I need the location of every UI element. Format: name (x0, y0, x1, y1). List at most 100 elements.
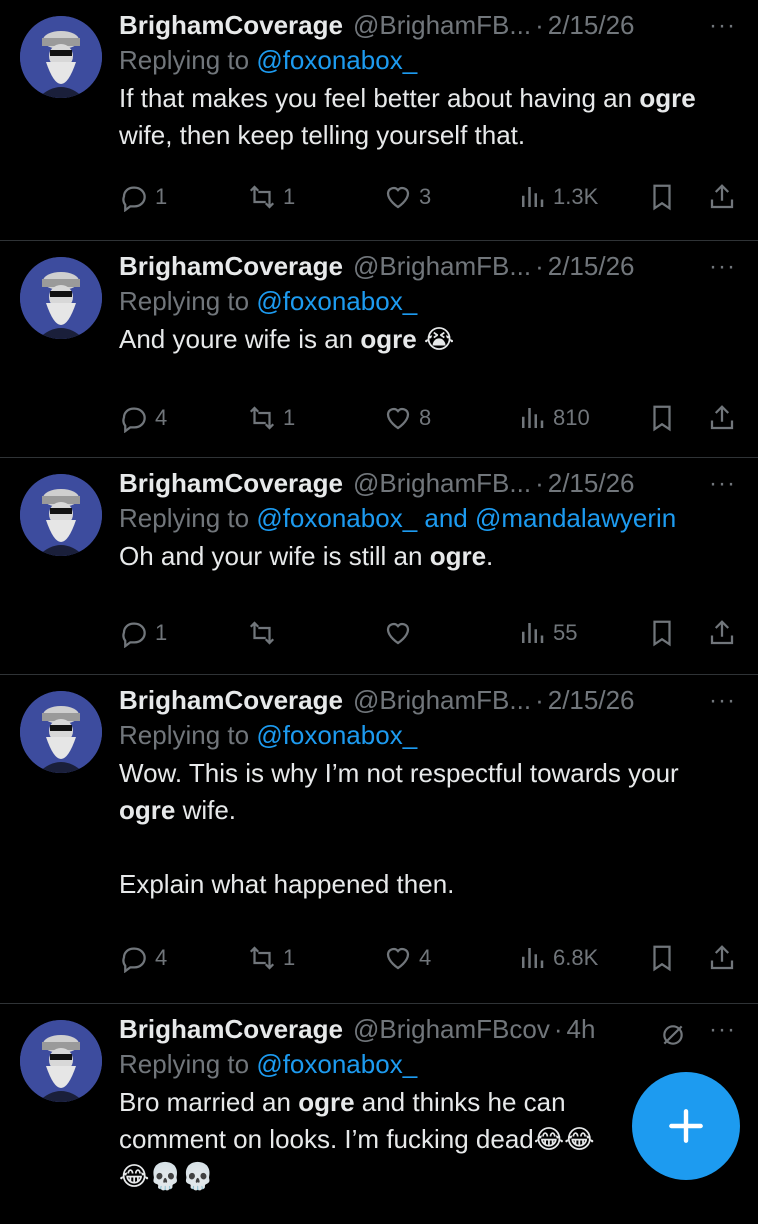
tweet-text: Bro married an ogre and thinks he can co… (119, 1084, 619, 1195)
replying-to: Replying to @foxonabox_ and @mandalawyer… (119, 500, 740, 536)
tweet[interactable]: BrighamCoverage @BrighamFB... · 2/15/26 … (0, 458, 758, 675)
action-bar: 1 1 3 1.3K (119, 176, 739, 216)
like-count: 4 (419, 945, 432, 970)
share-icon (710, 405, 734, 430)
display-name[interactable]: BrighamCoverage (119, 685, 343, 716)
bookmark-icon (653, 945, 671, 972)
reply-icon (122, 622, 146, 648)
tweet-header: BrighamCoverage @BrighamFB... · 2/15/26 (119, 8, 740, 42)
more-options-button[interactable]: ··· (709, 12, 736, 40)
retweet-count: 1 (283, 405, 296, 430)
like-count: 3 (419, 184, 432, 209)
avatar-image (20, 1020, 102, 1102)
share-button[interactable] (707, 182, 737, 212)
tweet-text-bold: ogre (298, 1087, 355, 1117)
retweet-count: 1 (283, 945, 296, 970)
views-count: 810 (553, 405, 590, 430)
avatar[interactable] (20, 1020, 102, 1102)
share-icon (710, 620, 734, 645)
retweet-button[interactable] (247, 618, 283, 648)
replying-to-label: Replying to (119, 286, 257, 316)
views-count: 6.8K (553, 945, 599, 970)
reply-button[interactable]: 4 (119, 403, 167, 433)
like-button[interactable] (383, 618, 419, 648)
bookmark-button[interactable] (647, 618, 677, 648)
retweet-button[interactable]: 1 (247, 403, 295, 433)
more-options-button[interactable]: ··· (709, 470, 736, 498)
reply-button[interactable]: 1 (119, 618, 167, 648)
tweet-text-bold: ogre (429, 541, 487, 571)
tweet-text-part: wife, then keep telling yourself that. (119, 120, 526, 150)
tweet-text-bold: ogre (119, 795, 176, 825)
replying-to-label: Replying to (119, 720, 257, 750)
timestamp[interactable]: 2/15/26 (548, 10, 635, 41)
avatar[interactable] (20, 16, 102, 98)
reply-button[interactable]: 1 (119, 182, 167, 212)
replying-to: Replying to @foxonabox_ (119, 717, 740, 753)
compose-button[interactable] (632, 1072, 740, 1180)
more-options-button[interactable]: ··· (709, 1016, 736, 1044)
bookmark-button[interactable] (647, 182, 677, 212)
action-bar: 4 1 8 810 (119, 397, 739, 437)
tweet[interactable]: BrighamCoverage @BrighamFB... · 2/15/26 … (0, 241, 758, 458)
views-button[interactable]: 1.3K (517, 182, 598, 212)
reply-button[interactable]: 4 (119, 943, 167, 973)
like-button[interactable]: 3 (383, 182, 431, 212)
grok-icon[interactable] (660, 1022, 686, 1048)
mention-link[interactable]: @foxonabox_ (256, 1049, 417, 1079)
timestamp[interactable]: 2/15/26 (548, 251, 635, 282)
mention-link[interactable]: @foxonabox_ and @mandalawyerin (256, 503, 676, 533)
like-button[interactable]: 4 (383, 943, 431, 973)
user-handle[interactable]: @BrighamFB... (353, 685, 531, 716)
timestamp[interactable]: 2/15/26 (548, 468, 635, 499)
views-button[interactable]: 55 (517, 618, 577, 648)
display-name[interactable]: BrighamCoverage (119, 251, 343, 282)
views-button[interactable]: 6.8K (517, 943, 598, 973)
retweet-button[interactable]: 1 (247, 182, 295, 212)
tweet-text-bold: ogre (639, 83, 696, 113)
user-handle[interactable]: @BrighamFB... (353, 10, 531, 41)
views-button[interactable]: 810 (517, 403, 590, 433)
display-name[interactable]: BrighamCoverage (119, 1014, 343, 1045)
tweet[interactable]: BrighamCoverage @BrighamFB... · 2/15/26 … (0, 675, 758, 1004)
like-icon (386, 947, 410, 970)
retweet-icon (249, 946, 275, 970)
tweet-header: BrighamCoverage @BrighamFB... · 2/15/26 (119, 683, 740, 717)
avatar[interactable] (20, 691, 102, 773)
share-button[interactable] (707, 618, 737, 648)
like-button[interactable]: 8 (383, 403, 431, 433)
display-name[interactable]: BrighamCoverage (119, 468, 343, 499)
views-icon (522, 623, 544, 643)
tweet-text: If that makes you feel better about havi… (119, 80, 740, 154)
mention-link[interactable]: @foxonabox_ (256, 720, 417, 750)
avatar-image (20, 257, 102, 339)
share-icon (710, 945, 734, 970)
share-button[interactable] (707, 943, 737, 973)
bookmark-button[interactable] (647, 943, 677, 973)
tweet[interactable]: BrighamCoverage @BrighamFB... · 2/15/26 … (0, 0, 758, 241)
tweet-text-paragraph: 😂💀💀 (119, 1161, 215, 1191)
mention-link[interactable]: @foxonabox_ (256, 286, 417, 316)
user-handle[interactable]: @BrighamFB... (353, 251, 531, 282)
retweet-button[interactable]: 1 (247, 943, 295, 973)
mention-link[interactable]: @foxonabox_ (256, 45, 417, 75)
user-handle[interactable]: @BrighamFBcov (353, 1014, 550, 1045)
avatar[interactable] (20, 257, 102, 339)
tweet-header: BrighamCoverage @BrighamFB... · 2/15/26 (119, 249, 740, 283)
avatar-image (20, 16, 102, 98)
timestamp[interactable]: 4h (567, 1014, 596, 1045)
tweet-text-bold: ogre (360, 324, 417, 354)
display-name[interactable]: BrighamCoverage (119, 10, 343, 41)
views-count: 1.3K (553, 184, 599, 209)
views-count: 55 (553, 620, 578, 645)
share-button[interactable] (707, 403, 737, 433)
retweet-icon (249, 185, 275, 209)
timestamp[interactable]: 2/15/26 (548, 685, 635, 716)
avatar[interactable] (20, 474, 102, 556)
tweet-text-part: If that makes you feel better about havi… (119, 83, 640, 113)
more-options-button[interactable]: ··· (709, 687, 736, 715)
bookmark-icon (653, 405, 671, 432)
user-handle[interactable]: @BrighamFB... (353, 468, 531, 499)
bookmark-button[interactable] (647, 403, 677, 433)
more-options-button[interactable]: ··· (709, 253, 736, 281)
